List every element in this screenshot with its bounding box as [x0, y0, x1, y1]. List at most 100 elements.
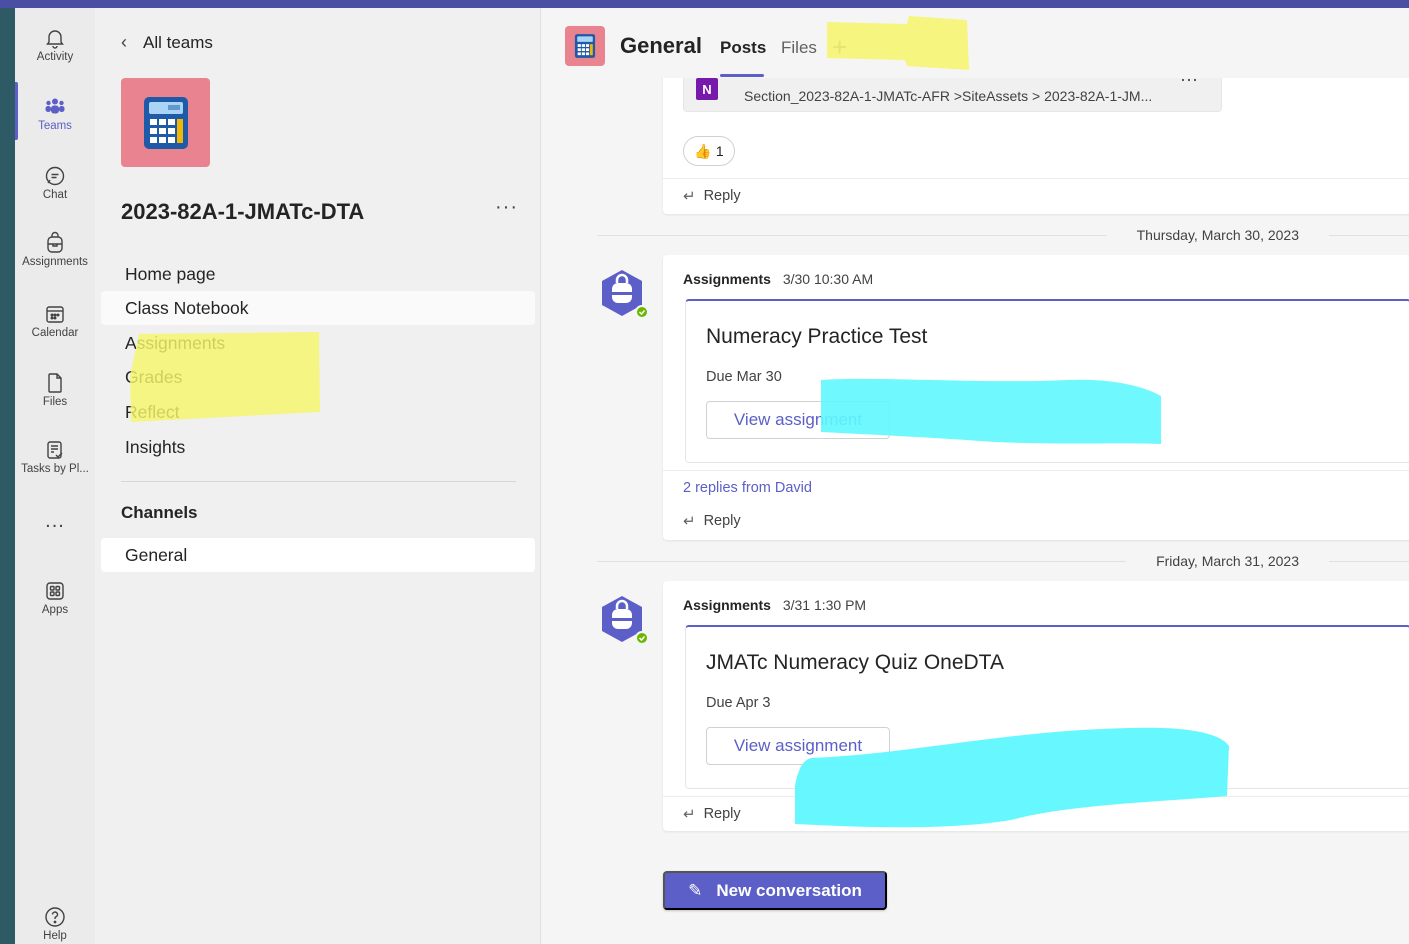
- all-teams-label: All teams: [143, 32, 213, 52]
- nav-item-insights[interactable]: Insights: [101, 430, 535, 464]
- rail-label: Teams: [38, 120, 72, 132]
- reply-button[interactable]: ↵ Reply: [663, 797, 741, 831]
- active-tab-indicator: [720, 74, 764, 77]
- message-time: 3/31 1:30 PM: [782, 597, 867, 613]
- sender-name: Assignments: [683, 597, 771, 613]
- date-label: Friday, March 31, 2023: [1156, 553, 1299, 569]
- calculator-icon: [574, 34, 596, 58]
- rail-item-calendar[interactable]: Calendar: [15, 296, 95, 358]
- view-assignment-button[interactable]: View assignment: [706, 727, 890, 765]
- rail-item-assignments[interactable]: Assignments: [15, 225, 95, 287]
- bell-icon: [46, 30, 64, 49]
- rail-item-tasks[interactable]: Tasks by Pl...: [15, 432, 95, 494]
- apps-icon: [46, 582, 64, 600]
- date-separator: Friday, March 31, 2023: [597, 551, 1409, 571]
- assignments-bot-avatar[interactable]: [595, 266, 649, 320]
- reply-label: Reply: [703, 188, 741, 204]
- assignment-title: Numeracy Practice Test: [706, 325, 928, 348]
- add-tab-icon[interactable]: +: [832, 32, 847, 63]
- rail-label: Calendar: [31, 327, 79, 339]
- reply-button[interactable]: ↵ Reply: [663, 504, 741, 538]
- chevron-left-icon: ‹: [121, 32, 127, 52]
- rail-label: Apps: [41, 604, 69, 616]
- date-separator: Thursday, March 30, 2023: [597, 225, 1409, 245]
- reply-arrow-icon: ↵: [683, 513, 696, 530]
- assignments-bot-avatar[interactable]: [595, 592, 649, 646]
- rail-label: Assignments: [22, 256, 88, 268]
- file-path: Section_2023-82A-1-JMATc-AFR >SiteAssets…: [744, 88, 1153, 104]
- all-teams-link[interactable]: ‹ All teams: [121, 32, 213, 53]
- thumbs-up-icon: 👍: [694, 142, 712, 159]
- rail-item-chat[interactable]: Chat: [15, 158, 95, 220]
- rail-item-more[interactable]: ...: [15, 508, 95, 570]
- reply-separator: [663, 470, 1409, 471]
- calculator-icon: [143, 96, 188, 149]
- backpack-icon: [47, 231, 63, 253]
- channel-title: General: [620, 33, 702, 58]
- window-top-bar: [0, 0, 1409, 8]
- rail-label: Help: [43, 930, 67, 942]
- assignment-card[interactable]: Numeracy Practice Test Due Mar 30 View a…: [685, 299, 1409, 463]
- rail-item-teams[interactable]: Teams: [15, 89, 95, 151]
- app-rail: Activity Teams Chat Assignments Calendar…: [15, 8, 95, 944]
- replies-link[interactable]: 2 replies from David: [683, 480, 812, 496]
- post-card-assignment: Assignments 3/30 10:30 AM Numeracy Pract…: [663, 255, 1409, 540]
- channel-header: General Posts Files +: [541, 8, 1409, 78]
- reply-label: Reply: [703, 806, 741, 822]
- rail-label: Tasks by Pl...: [21, 463, 89, 475]
- message-time: 3/30 10:30 AM: [782, 271, 874, 287]
- compose-icon: ✎: [688, 880, 703, 900]
- tab-posts[interactable]: Posts: [720, 38, 766, 58]
- message-header: Assignments 3/31 1:30 PM: [683, 597, 866, 613]
- date-label: Thursday, March 30, 2023: [1136, 227, 1299, 243]
- view-assignment-button[interactable]: View assignment: [706, 401, 890, 439]
- chat-icon: [45, 166, 65, 186]
- new-conversation-label: New conversation: [716, 880, 862, 900]
- reply-label: Reply: [703, 513, 741, 529]
- rail-label: Activity: [36, 51, 74, 63]
- nav-item-grades[interactable]: Grades: [101, 360, 535, 394]
- rail-item-apps[interactable]: Apps: [15, 573, 95, 635]
- file-icon: [48, 373, 62, 393]
- reply-button[interactable]: ↵ Reply: [663, 179, 741, 213]
- team-avatar[interactable]: [121, 78, 210, 167]
- sender-name: Assignments: [683, 271, 771, 287]
- reply-separator: [663, 796, 1409, 797]
- channel-item-general[interactable]: General: [101, 538, 535, 572]
- tasks-icon: [47, 441, 63, 459]
- nav-item-class-notebook[interactable]: Class Notebook: [101, 291, 535, 325]
- assignment-due-date: Due Apr 3: [706, 695, 771, 711]
- post-card-assignment: Assignments 3/31 1:30 PM JMATc Numeracy …: [663, 581, 1409, 831]
- rail-label: Files: [42, 396, 68, 408]
- assignment-card[interactable]: JMATc Numeracy Quiz OneDTA Due Apr 3 Vie…: [685, 625, 1409, 789]
- assignment-title: JMATc Numeracy Quiz OneDTA: [706, 651, 1004, 674]
- new-conversation-button[interactable]: ✎ New conversation: [663, 871, 887, 910]
- assignment-due-date: Due Mar 30: [706, 369, 782, 385]
- rail-item-files[interactable]: Files: [15, 365, 95, 427]
- channel-main: N Section_2023-82A-1-JMATc-AFR >SiteAsse…: [541, 8, 1409, 944]
- nav-item-reflect[interactable]: Reflect: [101, 395, 535, 429]
- tab-files[interactable]: Files: [781, 38, 817, 58]
- help-icon: [45, 907, 65, 927]
- rail-label: Chat: [42, 189, 68, 201]
- onenote-icon: N: [696, 78, 718, 100]
- window-left-edge: [0, 8, 15, 944]
- calendar-icon: [46, 306, 64, 323]
- nav-item-assignments[interactable]: Assignments: [101, 326, 535, 360]
- teams-icon: [45, 98, 65, 114]
- rail-item-activity[interactable]: Activity: [15, 20, 95, 82]
- reply-arrow-icon: ↵: [683, 188, 696, 205]
- reply-arrow-icon: ↵: [683, 806, 696, 823]
- panel-divider: [121, 481, 516, 482]
- channel-team-icon: [565, 26, 605, 66]
- more-icon: ...: [45, 510, 65, 532]
- reply-separator: [663, 178, 1409, 179]
- rail-item-help[interactable]: Help: [15, 899, 95, 944]
- team-more-options-icon[interactable]: ···: [495, 196, 518, 219]
- message-header: Assignments 3/30 10:30 AM: [683, 271, 873, 287]
- nav-item-home-page[interactable]: Home page: [101, 257, 535, 291]
- reaction-like[interactable]: 👍 1: [683, 136, 735, 166]
- team-panel: ‹ All teams 2023-82A-1-JMATc-DTA ··· Hom…: [95, 8, 541, 944]
- team-name: 2023-82A-1-JMATc-DTA: [121, 199, 365, 224]
- reaction-count: 1: [715, 143, 724, 159]
